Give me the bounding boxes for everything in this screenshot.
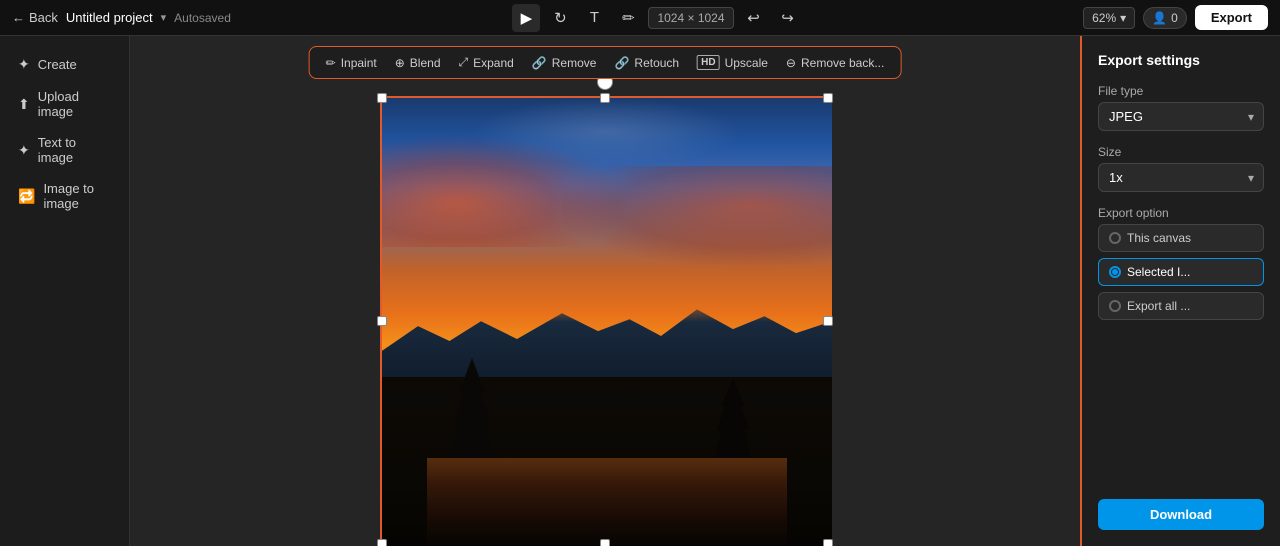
- export-all-label: Export all ...: [1127, 299, 1190, 313]
- export-all-radio: [1109, 300, 1121, 312]
- main-area: ✦ Create ⬆ Upload image ✦ Text to image …: [0, 36, 1280, 546]
- upload-icon: ⬆: [18, 96, 30, 113]
- blend-label: Blend: [410, 56, 441, 70]
- text-to-image-label: Text to image: [38, 135, 111, 165]
- handle-top-middle[interactable]: [600, 93, 610, 103]
- image-to-image-icon: 🔁: [18, 188, 35, 205]
- retouch-icon: 🔗: [614, 56, 629, 70]
- create-icon: ✦: [18, 56, 30, 73]
- draw-tool-button[interactable]: ✏: [614, 4, 642, 32]
- selected-option[interactable]: Selected I...: [1098, 258, 1264, 286]
- export-button[interactable]: Export: [1195, 5, 1268, 30]
- remove-label: Remove: [552, 56, 597, 70]
- export-panel-title: Export settings: [1098, 52, 1264, 68]
- sidebar-item-create[interactable]: ✦ Create: [6, 48, 123, 81]
- handle-middle-right[interactable]: [823, 316, 833, 326]
- rotate-tool-button[interactable]: ↻: [546, 4, 574, 32]
- canvas-image-wrapper[interactable]: ↻: [380, 96, 830, 546]
- image-to-image-label: Image to image: [43, 181, 111, 211]
- create-label: Create: [38, 57, 77, 72]
- canvas-image: ↻: [380, 96, 830, 546]
- text-tool-button[interactable]: T: [580, 4, 608, 32]
- topbar: ← Back Untitled project ▾ Autosaved ▶ ↻ …: [0, 0, 1280, 36]
- export-option-field: Export option This canvas Selected I... …: [1098, 206, 1264, 320]
- size-field: Size 1x 2x 4x: [1098, 145, 1264, 192]
- canvas-area[interactable]: ✏ Inpaint ⊕ Blend ⤢ Expand 🔗 Remove 🔗 Re…: [130, 36, 1080, 546]
- zoom-level: 62%: [1092, 11, 1116, 25]
- image-toolbar: ✏ Inpaint ⊕ Blend ⤢ Expand 🔗 Remove 🔗 Re…: [309, 46, 902, 79]
- dimension-display: 1024 × 1024: [648, 7, 733, 29]
- handle-top-left[interactable]: [377, 93, 387, 103]
- upscale-label: Upscale: [725, 56, 768, 70]
- topbar-right: 62% ▾ 👤 0 Export: [1083, 5, 1268, 30]
- export-all-option[interactable]: Export all ...: [1098, 292, 1264, 320]
- project-chevron-icon[interactable]: ▾: [161, 11, 167, 24]
- export-options: This canvas Selected I... Export all ...: [1098, 224, 1264, 320]
- user-icon: 👤: [1152, 11, 1167, 25]
- handle-bottom-middle[interactable]: [600, 539, 610, 546]
- expand-label: Expand: [473, 56, 514, 70]
- text-to-image-icon: ✦: [18, 142, 30, 159]
- upscale-icon: HD: [697, 55, 719, 70]
- undo-button[interactable]: ↩: [740, 4, 768, 32]
- user-badge: 👤 0: [1143, 7, 1187, 29]
- expand-icon: ⤢: [459, 55, 469, 70]
- blend-button[interactable]: ⊕ Blend: [387, 52, 449, 74]
- select-tool-button[interactable]: ▶: [512, 4, 540, 32]
- file-type-label: File type: [1098, 84, 1264, 98]
- sunset-artwork: [382, 98, 832, 546]
- water-reflection: [427, 458, 787, 546]
- project-name[interactable]: Untitled project: [66, 10, 153, 25]
- file-type-select-wrapper[interactable]: JPEG PNG WEBP: [1098, 102, 1264, 131]
- remove-icon: 🔗: [532, 56, 547, 70]
- upload-image-label: Upload image: [38, 89, 111, 119]
- selected-radio: [1109, 266, 1121, 278]
- inpaint-label: Inpaint: [341, 56, 377, 70]
- selected-label: Selected I...: [1127, 265, 1190, 279]
- sidebar: ✦ Create ⬆ Upload image ✦ Text to image …: [0, 36, 130, 546]
- sidebar-item-image-to-image[interactable]: 🔁 Image to image: [6, 173, 123, 219]
- remove-bg-button[interactable]: ⊖ Remove back...: [778, 52, 892, 74]
- retouch-button[interactable]: 🔗 Retouch: [606, 52, 687, 74]
- back-label: Back: [29, 10, 58, 25]
- file-type-field: File type JPEG PNG WEBP: [1098, 84, 1264, 131]
- cloud-right: [562, 166, 832, 265]
- sidebar-item-text-to-image[interactable]: ✦ Text to image: [6, 127, 123, 173]
- size-select-wrapper[interactable]: 1x 2x 4x: [1098, 163, 1264, 192]
- topbar-center: ▶ ↻ T ✏ 1024 × 1024 ↩ ↪: [512, 4, 801, 32]
- handle-bottom-left[interactable]: [377, 539, 387, 546]
- autosaved-label: Autosaved: [174, 11, 231, 25]
- redo-button[interactable]: ↪: [774, 4, 802, 32]
- blend-icon: ⊕: [395, 56, 405, 70]
- inpaint-button[interactable]: ✏ Inpaint: [318, 52, 385, 74]
- export-panel: Export settings File type JPEG PNG WEBP …: [1080, 36, 1280, 546]
- remove-bg-icon: ⊖: [786, 56, 796, 70]
- retouch-label: Retouch: [634, 56, 679, 70]
- user-count: 0: [1171, 11, 1178, 25]
- upscale-button[interactable]: HD Upscale: [689, 51, 776, 74]
- back-button[interactable]: ← Back: [12, 10, 58, 25]
- back-arrow-icon: ←: [12, 10, 25, 25]
- zoom-chevron-icon: ▾: [1120, 11, 1126, 25]
- remove-button[interactable]: 🔗 Remove: [524, 52, 605, 74]
- this-canvas-radio: [1109, 232, 1121, 244]
- expand-button[interactable]: ⤢ Expand: [451, 51, 522, 74]
- sidebar-item-upload-image[interactable]: ⬆ Upload image: [6, 81, 123, 127]
- remove-bg-label: Remove back...: [801, 56, 884, 70]
- topbar-left: ← Back Untitled project ▾ Autosaved: [12, 10, 231, 25]
- handle-bottom-right[interactable]: [823, 539, 833, 546]
- handle-middle-left[interactable]: [377, 316, 387, 326]
- handle-top-right[interactable]: [823, 93, 833, 103]
- inpaint-icon: ✏: [326, 56, 336, 70]
- size-label: Size: [1098, 145, 1264, 159]
- export-option-label: Export option: [1098, 206, 1264, 220]
- size-select[interactable]: 1x 2x 4x: [1098, 163, 1264, 192]
- download-button[interactable]: Download: [1098, 499, 1264, 530]
- zoom-control[interactable]: 62% ▾: [1083, 7, 1135, 29]
- this-canvas-label: This canvas: [1127, 231, 1191, 245]
- this-canvas-option[interactable]: This canvas: [1098, 224, 1264, 252]
- file-type-select[interactable]: JPEG PNG WEBP: [1098, 102, 1264, 131]
